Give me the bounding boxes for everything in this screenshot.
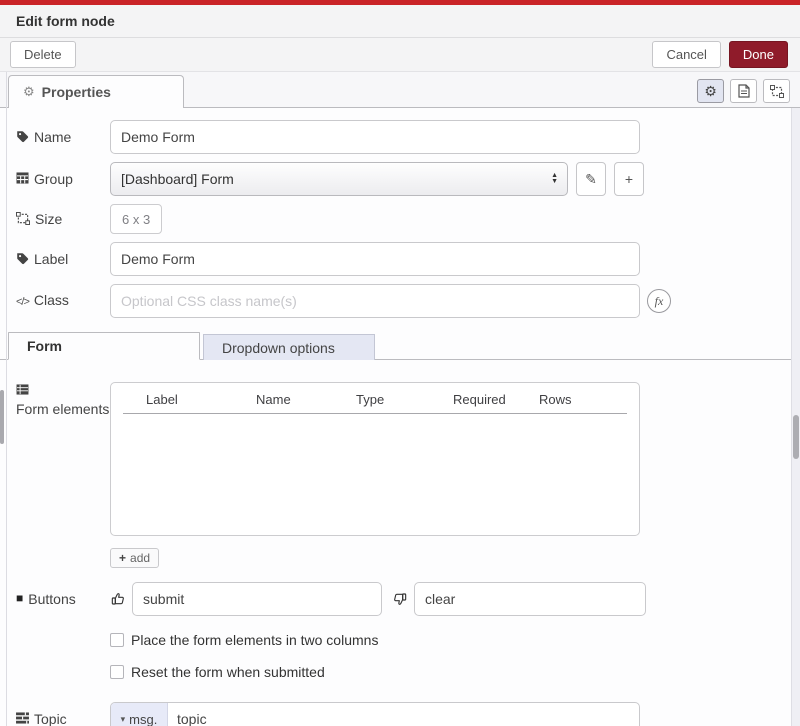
left-edge-divider bbox=[6, 72, 7, 726]
column-header: Label bbox=[146, 392, 256, 407]
dialog-title: Edit form node bbox=[16, 13, 115, 29]
thumbs-up-icon bbox=[110, 591, 126, 607]
header-divider bbox=[123, 413, 627, 414]
tag-icon bbox=[16, 130, 29, 143]
group-select[interactable]: [Dashboard] Form ▲ ▼ bbox=[110, 162, 568, 196]
caret-down-icon: ▾ bbox=[121, 714, 126, 725]
column-header: Rows bbox=[539, 392, 572, 407]
tab-properties[interactable]: ⚙ Properties bbox=[8, 75, 184, 108]
fx-button[interactable]: fx bbox=[647, 289, 671, 313]
scrollbar-thumb[interactable] bbox=[793, 415, 799, 459]
add-element-button[interactable]: + add bbox=[110, 548, 159, 568]
group-row: Group [Dashboard] Form ▲ ▼ ✎ + bbox=[8, 162, 792, 196]
tasks-icon bbox=[16, 712, 29, 724]
class-label: </> Class bbox=[16, 291, 110, 311]
selection-frame-icon bbox=[770, 85, 784, 98]
label-input[interactable] bbox=[110, 242, 640, 276]
form-elements-label: Form elements bbox=[16, 382, 110, 418]
editor-tabbar: ⚙ Properties ⚙ bbox=[0, 72, 800, 108]
add-group-button[interactable]: + bbox=[614, 162, 644, 196]
checkbox-label: Place the form elements in two columns bbox=[131, 632, 378, 648]
topic-type-selector[interactable]: ▾ msg. bbox=[111, 703, 168, 726]
plus-icon: + bbox=[625, 171, 633, 187]
done-button[interactable]: Done bbox=[729, 41, 788, 68]
thumbs-down-icon bbox=[392, 591, 408, 607]
object-group-icon bbox=[16, 212, 30, 225]
properties-view-button[interactable]: ⚙ bbox=[697, 79, 724, 103]
reset-form-checkbox[interactable] bbox=[110, 665, 124, 679]
topic-typed-input: ▾ msg. topic bbox=[110, 702, 640, 726]
square-icon: ■ bbox=[16, 592, 23, 604]
form-elements-header: Label Name Type Required Rows bbox=[111, 383, 639, 413]
name-label: Name bbox=[16, 128, 110, 146]
label-label: Label bbox=[16, 250, 110, 268]
label-row: Label bbox=[8, 242, 792, 276]
tabbar-buttons: ⚙ bbox=[697, 79, 790, 103]
vertical-scrollbar[interactable] bbox=[791, 108, 800, 726]
class-input[interactable] bbox=[110, 284, 640, 318]
tag-icon bbox=[16, 252, 29, 265]
form-elements-row: Form elements Label Name Type Required R… bbox=[8, 382, 792, 536]
column-header: Required bbox=[453, 392, 539, 407]
submit-button-text-input[interactable] bbox=[132, 582, 382, 616]
size-label: Size bbox=[16, 210, 110, 228]
topic-row: Topic ▾ msg. topic bbox=[8, 702, 792, 726]
checkbox-label: Reset the form when submitted bbox=[131, 664, 325, 680]
dialog-toolbar: Delete Cancel Done bbox=[0, 38, 800, 72]
pencil-icon: ✎ bbox=[585, 171, 597, 188]
name-input[interactable] bbox=[110, 120, 640, 154]
table-icon bbox=[16, 172, 29, 184]
size-row: Size 6 x 3 bbox=[8, 204, 792, 234]
form-elements-table[interactable]: Label Name Type Required Rows bbox=[110, 382, 640, 536]
class-row: </> Class fx bbox=[8, 284, 792, 318]
select-arrows-icon: ▲ ▼ bbox=[551, 173, 558, 185]
form-subtabs: Form Dropdown options bbox=[0, 330, 800, 360]
buttons-label: ■ Buttons bbox=[16, 590, 110, 608]
properties-panel: Name Group [Dashboard] Form ▲ ▼ ✎ bbox=[0, 108, 800, 726]
gear-icon: ⚙ bbox=[704, 83, 717, 100]
clear-button-text-input[interactable] bbox=[414, 582, 646, 616]
delete-button[interactable]: Delete bbox=[10, 41, 76, 68]
tab-properties-label: Properties bbox=[42, 84, 111, 100]
topic-value-input[interactable]: topic bbox=[168, 703, 639, 726]
document-icon bbox=[738, 84, 750, 98]
topic-label: Topic bbox=[16, 710, 110, 726]
list-table-icon bbox=[16, 384, 29, 395]
group-label: Group bbox=[16, 170, 110, 188]
code-icon: </> bbox=[16, 293, 29, 311]
form-elements-widget: Label Name Type Required Rows bbox=[110, 382, 640, 536]
size-button[interactable]: 6 x 3 bbox=[110, 204, 162, 234]
plus-icon: + bbox=[119, 551, 126, 565]
appearance-view-button[interactable] bbox=[763, 79, 790, 103]
buttons-row: ■ Buttons bbox=[8, 582, 792, 616]
topic-type-label: msg. bbox=[129, 712, 157, 726]
subtab-form[interactable]: Form bbox=[8, 332, 200, 360]
column-header: Name bbox=[256, 392, 356, 407]
edit-form-node-dialog: Edit form node Delete Cancel Done ⚙ Prop… bbox=[0, 0, 800, 726]
gear-icon: ⚙ bbox=[23, 84, 35, 100]
two-columns-checkbox[interactable] bbox=[110, 633, 124, 647]
group-select-value: [Dashboard] Form bbox=[121, 171, 234, 187]
left-scrollbar-thumb[interactable] bbox=[0, 390, 4, 444]
subtab-dropdown-options[interactable]: Dropdown options bbox=[203, 334, 375, 360]
column-header: Type bbox=[356, 392, 453, 407]
name-row: Name bbox=[8, 120, 792, 154]
cancel-button[interactable]: Cancel bbox=[652, 41, 720, 68]
two-columns-option: Place the form elements in two columns bbox=[110, 632, 792, 648]
dialog-header: Edit form node bbox=[0, 5, 800, 38]
description-view-button[interactable] bbox=[730, 79, 757, 103]
edit-group-button[interactable]: ✎ bbox=[576, 162, 606, 196]
reset-form-option: Reset the form when submitted bbox=[110, 664, 792, 680]
